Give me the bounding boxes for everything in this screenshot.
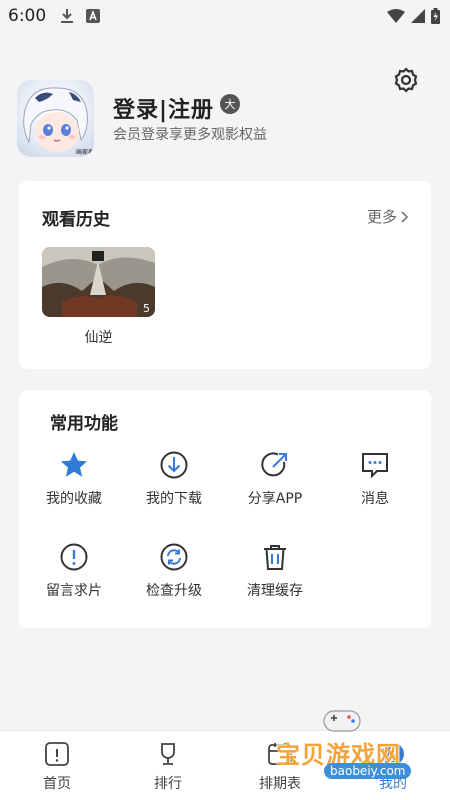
func-label: 留言求片	[46, 583, 102, 599]
wifi-icon	[387, 9, 405, 23]
func-label: 我的收藏	[46, 491, 102, 507]
login-register-link[interactable]: 登录|注册	[113, 92, 214, 124]
trash-icon	[264, 545, 286, 570]
func-request-movie[interactable]: 留言求片	[24, 542, 124, 600]
status-bar: 6:00	[0, 0, 450, 32]
home-icon	[45, 742, 69, 766]
watch-history-card: 观看历史 更多 5 仙逆	[19, 181, 431, 369]
gamepad-icon	[323, 710, 361, 732]
watermark-url: baobeiy.com	[324, 763, 412, 779]
signal-icon	[411, 9, 425, 23]
level-badge: 大	[220, 94, 240, 114]
member-subtitle: 会员登录享更多观影权益	[113, 127, 267, 143]
func-label: 检查升级	[146, 583, 202, 599]
share-icon	[261, 452, 287, 477]
avatar-stamp: 画家君	[76, 148, 94, 156]
exclamation-icon	[60, 543, 88, 571]
avatar[interactable]: 画家君	[17, 80, 94, 157]
history-title: 观看历史	[42, 210, 110, 230]
refresh-icon	[160, 543, 188, 571]
functions-title: 常用功能	[50, 414, 118, 434]
func-messages[interactable]: 消息	[325, 450, 425, 508]
func-label: 分享APP	[247, 491, 303, 507]
nav-label: 排行	[154, 776, 182, 792]
common-functions-card: 常用功能 我的收藏 我的下载 分享APP 消息 留言求片 检查升级 清理缓存	[19, 390, 431, 628]
history-item-title[interactable]: 仙逆	[42, 327, 155, 347]
download-icon	[61, 9, 74, 23]
func-share-app[interactable]: 分享APP	[225, 450, 325, 508]
func-label: 我的下载	[146, 491, 202, 507]
episode-count: 5	[143, 302, 150, 315]
func-clear-cache[interactable]: 清理缓存	[225, 542, 325, 600]
status-time: 6:00	[8, 6, 47, 26]
func-check-update[interactable]: 检查升级	[124, 542, 224, 600]
history-item-thumbnail[interactable]: 5	[42, 247, 155, 317]
message-icon	[362, 453, 388, 479]
star-icon	[61, 452, 87, 477]
chevron-right-icon	[401, 210, 409, 223]
history-more-link[interactable]: 更多	[367, 206, 409, 227]
func-downloads[interactable]: 我的下载	[124, 450, 224, 508]
func-favorites[interactable]: 我的收藏	[24, 450, 124, 508]
battery-icon	[431, 8, 440, 24]
thumbnail-artwork	[42, 247, 155, 317]
nav-label: 首页	[43, 776, 71, 792]
trophy-icon	[161, 743, 175, 765]
a-box-icon	[86, 9, 101, 23]
func-label: 消息	[361, 491, 389, 507]
nav-home[interactable]: 首页	[17, 741, 97, 793]
func-label: 清理缓存	[247, 583, 303, 599]
settings-gear-icon[interactable]	[393, 67, 419, 93]
avatar-illustration: 画家君	[23, 87, 94, 156]
site-watermark: 宝贝游戏网 baobeiy.com	[270, 705, 440, 785]
download-circle-icon	[160, 451, 188, 479]
nav-ranking[interactable]: 排行	[128, 741, 208, 793]
more-label: 更多	[366, 208, 397, 226]
